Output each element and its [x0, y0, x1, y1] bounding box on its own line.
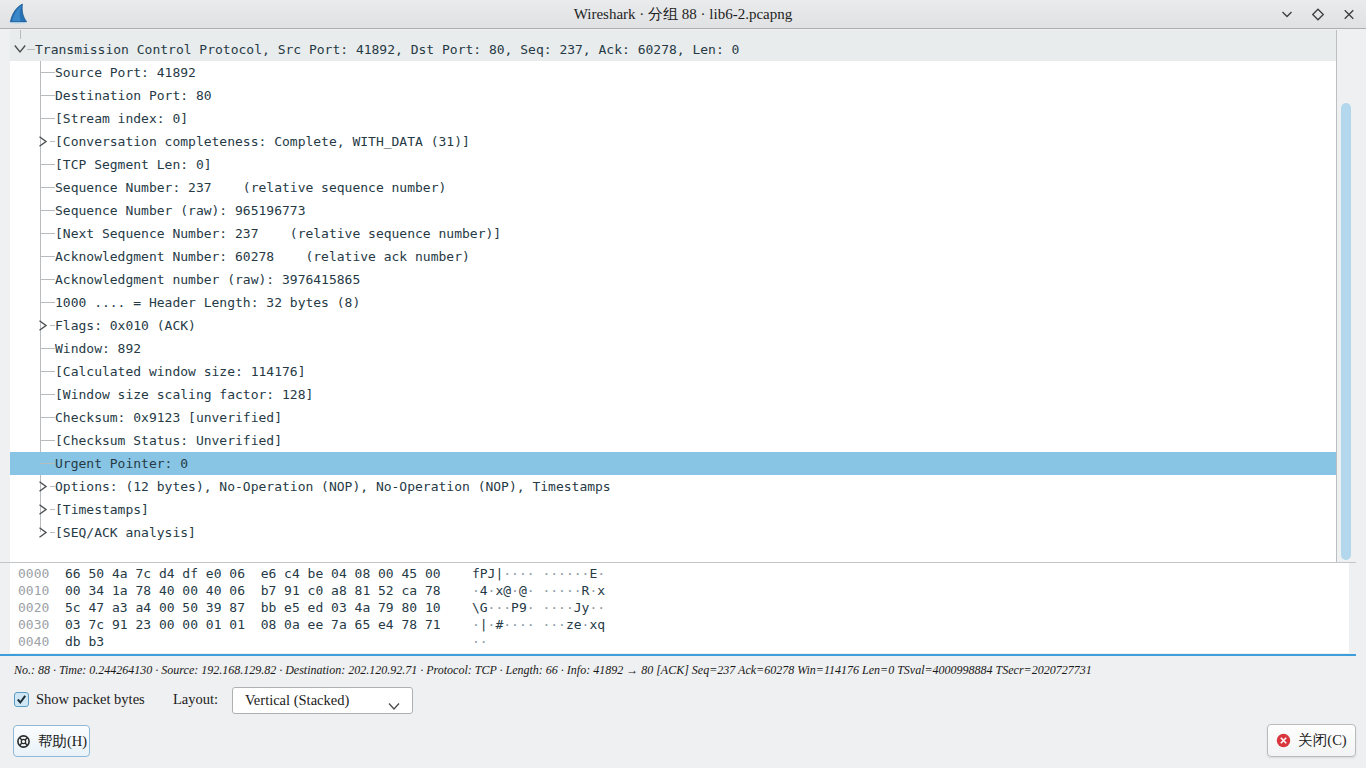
- tree-row-label: [Window size scaling factor: 128]: [55, 383, 313, 406]
- tree-row-label: Sequence Number: 237 (relative sequence …: [55, 176, 446, 199]
- tree-row-label: [Stream index: 0]: [55, 107, 188, 130]
- tree-row[interactable]: Destination Port: 80: [10, 84, 1336, 107]
- tree-row[interactable]: [Timestamps]: [10, 498, 1336, 521]
- tree-row[interactable]: Sequence Number (raw): 965196773: [10, 199, 1336, 222]
- help-button-label: 帮助(H): [38, 732, 87, 751]
- tree-row[interactable]: [Next Sequence Number: 237 (relative seq…: [10, 222, 1336, 245]
- minimize-icon[interactable]: [1280, 8, 1294, 21]
- tree-row[interactable]: Acknowledgment Number: 60278 (relative a…: [10, 245, 1336, 268]
- packet-detail-tree[interactable]: Transmission Control Protocol, Src Port:…: [10, 30, 1337, 563]
- tree-row[interactable]: Urgent Pointer: 0: [10, 452, 1336, 475]
- hex-line[interactable]: 0020 5c 47 a3 a4 00 50 39 87 bb e5 ed 03…: [18, 599, 605, 616]
- tree-row-label: Source Port: 41892: [55, 61, 196, 84]
- packet-bytes-pane[interactable]: 0000 66 50 4a 7c d4 df e0 06 e6 c4 be 04…: [10, 563, 1349, 653]
- tree-row[interactable]: [Conversation completeness: Complete, WI…: [10, 130, 1336, 153]
- tree-row-label: 1000 .... = Header Length: 32 bytes (8): [55, 291, 360, 314]
- expander-open-icon[interactable]: [13, 41, 27, 59]
- tree-row-label: Destination Port: 80: [55, 84, 212, 107]
- show-packet-bytes-label[interactable]: Show packet bytes: [36, 691, 145, 708]
- tree-row-label: Checksum: 0x9123 [unverified]: [55, 406, 282, 429]
- hex-line[interactable]: 0030 03 7c 91 23 00 00 01 01 08 0a ee 7a…: [18, 616, 605, 633]
- expander-closed-icon[interactable]: [36, 318, 49, 336]
- wireshark-icon: [7, 3, 30, 26]
- maximize-icon[interactable]: [1311, 8, 1325, 21]
- titlebar: Wireshark · 分组 88 · lib6-2.pcapng: [0, 0, 1366, 29]
- tree-row[interactable]: [TCP Segment Len: 0]: [10, 153, 1336, 176]
- tree-row-label: Urgent Pointer: 0: [55, 452, 188, 475]
- tree-row-label: [Conversation completeness: Complete, WI…: [55, 130, 470, 153]
- tree-row[interactable]: Window: 892: [10, 337, 1336, 360]
- tree-row[interactable]: Flags: 0x010 (ACK): [10, 314, 1336, 337]
- hex-line[interactable]: 0040 db b3 ··: [18, 633, 488, 650]
- close-button[interactable]: 关闭(C): [1267, 724, 1356, 757]
- hex-line[interactable]: 0010 00 34 1a 78 40 00 40 06 b7 91 c0 a8…: [18, 582, 605, 599]
- tree-row-label: [Next Sequence Number: 237 (relative seq…: [55, 222, 501, 245]
- tree-row-label: Acknowledgment number (raw): 3976415865: [55, 268, 360, 291]
- expander-closed-icon[interactable]: [36, 134, 49, 152]
- tree-row[interactable]: [Checksum Status: Unverified]: [10, 429, 1336, 452]
- tree-row-label: [TCP Segment Len: 0]: [55, 153, 212, 176]
- tree-row-label: Acknowledgment Number: 60278 (relative a…: [55, 245, 470, 268]
- tree-row[interactable]: [SEQ/ACK analysis]: [10, 521, 1336, 544]
- window-title: Wireshark · 分组 88 · lib6-2.pcapng: [574, 5, 793, 24]
- tree-row[interactable]: Options: (12 bytes), No-Operation (NOP),…: [10, 475, 1336, 498]
- tree-row-label: Window: 892: [55, 337, 141, 360]
- tree-row[interactable]: [Window size scaling factor: 128]: [10, 383, 1336, 406]
- help-icon: [16, 734, 31, 749]
- tree-row[interactable]: [Stream index: 0]: [10, 107, 1336, 130]
- tree-row-label: [Calculated window size: 114176]: [55, 360, 305, 383]
- tree-row[interactable]: Transmission Control Protocol, Src Port:…: [10, 38, 1336, 61]
- tree-row-label: [SEQ/ACK analysis]: [55, 521, 196, 544]
- help-button[interactable]: 帮助(H): [13, 725, 90, 757]
- tree-row-label: Flags: 0x010 (ACK): [55, 314, 196, 337]
- close-window-icon[interactable]: [1342, 8, 1356, 21]
- expander-closed-icon[interactable]: [36, 479, 49, 497]
- tree-row-label: Sequence Number (raw): 965196773: [55, 199, 305, 222]
- tree-row[interactable]: Acknowledgment number (raw): 3976415865: [10, 268, 1336, 291]
- expander-closed-icon[interactable]: [36, 502, 49, 520]
- tree-row[interactable]: Source Port: 41892: [10, 61, 1336, 84]
- chevron-down-icon: [387, 697, 401, 715]
- tree-row-label: [Checksum Status: Unverified]: [55, 429, 282, 452]
- hex-pane-focus-line: [0, 654, 1356, 656]
- tree-row[interactable]: 1000 .... = Header Length: 32 bytes (8): [10, 291, 1336, 314]
- scrollbar-thumb[interactable]: [1341, 103, 1351, 560]
- tree-row-label: [Timestamps]: [55, 498, 149, 521]
- layout-select[interactable]: Vertical (Stacked): [232, 687, 413, 714]
- show-packet-bytes-checkbox[interactable]: [14, 692, 29, 707]
- close-button-label: 关闭(C): [1298, 731, 1346, 750]
- hex-line[interactable]: 0000 66 50 4a 7c d4 df e0 06 e6 c4 be 04…: [18, 565, 605, 582]
- layout-label: Layout:: [173, 691, 218, 708]
- tree-row[interactable]: Checksum: 0x9123 [unverified]: [10, 406, 1336, 429]
- expander-closed-icon[interactable]: [36, 525, 49, 543]
- layout-select-value: Vertical (Stacked): [245, 688, 349, 713]
- close-button-icon: [1276, 733, 1291, 748]
- packet-summary-status: No.: 88 · Time: 0.244264130 · Source: 19…: [14, 663, 1092, 678]
- tree-row[interactable]: Sequence Number: 237 (relative sequence …: [10, 176, 1336, 199]
- tree-row[interactable]: [Calculated window size: 114176]: [10, 360, 1336, 383]
- tree-row-label: Options: (12 bytes), No-Operation (NOP),…: [55, 475, 611, 498]
- tree-row-label: Transmission Control Protocol, Src Port:…: [35, 38, 739, 61]
